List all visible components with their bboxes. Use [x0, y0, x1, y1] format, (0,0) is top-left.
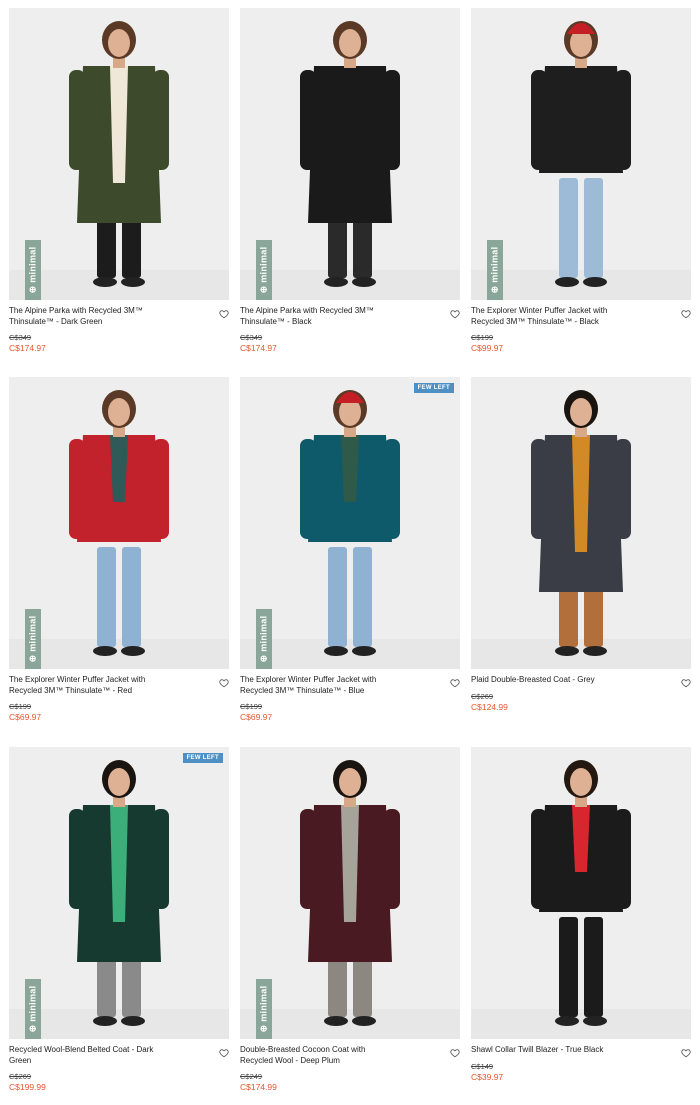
minimal-badge-label: ⊕ minimal — [258, 246, 269, 294]
minimal-badge: ⊕ minimal — [487, 240, 503, 300]
product-image[interactable]: ⊕ minimal FEW LEFT — [240, 377, 460, 669]
minimal-badge: ⊕ minimal — [256, 979, 272, 1039]
minimal-badge: ⊕ minimal — [256, 609, 272, 669]
product-info: The Explorer Winter Puffer Jacket with R… — [240, 675, 460, 722]
product-image[interactable] — [471, 377, 691, 669]
minimal-badge: ⊕ minimal — [25, 240, 41, 300]
original-price: C$349 — [240, 333, 263, 342]
minimal-badge-label: ⊕ minimal — [489, 246, 500, 294]
product-info: The Explorer Winter Puffer Jacket with R… — [471, 306, 691, 353]
original-price: C$269 — [471, 691, 494, 701]
heart-icon[interactable] — [681, 1045, 691, 1058]
heart-icon[interactable] — [219, 675, 229, 688]
product-image[interactable]: ⊕ minimal — [9, 8, 229, 300]
original-price: C$199 — [240, 702, 263, 711]
model-figure — [531, 390, 631, 656]
model-figure — [69, 390, 169, 656]
minimal-badge-label: ⊕ minimal — [258, 615, 269, 663]
minimal-badge: ⊕ minimal — [25, 609, 41, 669]
heart-icon[interactable] — [219, 1045, 229, 1058]
product-name[interactable]: The Alpine Parka with Recycled 3M™ Thins… — [240, 306, 388, 327]
model-figure — [69, 760, 169, 1026]
product-name[interactable]: Shawl Collar Twill Blazer - True Black — [471, 1045, 619, 1056]
original-price: C$249 — [240, 1072, 263, 1081]
sale-price: C$174.97 — [240, 343, 277, 353]
original-price: C$149 — [471, 1061, 494, 1071]
original-price: C$199 — [9, 702, 32, 711]
sale-price: C$174.99 — [240, 1082, 277, 1092]
sale-price: C$69.97 — [9, 712, 42, 722]
model-figure — [69, 21, 169, 287]
product-info: Double-Breasted Cocoon Coat with Recycle… — [240, 1045, 460, 1092]
minimal-badge: ⊕ minimal — [25, 979, 41, 1039]
model-figure — [531, 760, 631, 1026]
sale-price: C$124.99 — [471, 701, 508, 712]
original-price: C$199 — [471, 333, 494, 342]
model-figure — [300, 760, 400, 1026]
product-info: Recycled Wool-Blend Belted Coat - Dark G… — [9, 1045, 229, 1092]
product-info: Plaid Double-Breasted Coat - Grey C$269 … — [471, 675, 691, 712]
minimal-badge-label: ⊕ minimal — [258, 985, 269, 1033]
model-figure — [300, 21, 400, 287]
minimal-badge-label: ⊕ minimal — [27, 985, 38, 1033]
product-image[interactable] — [471, 747, 691, 1039]
product-image[interactable]: ⊕ minimal FEW LEFT — [9, 747, 229, 1039]
heart-icon[interactable] — [681, 675, 691, 688]
sale-price: C$39.97 — [471, 1071, 504, 1082]
product-name[interactable]: The Alpine Parka with Recycled 3M™ Thins… — [9, 306, 157, 327]
product-image[interactable]: ⊕ minimal — [471, 8, 691, 300]
heart-icon[interactable] — [450, 306, 460, 319]
product-name[interactable]: Recycled Wool-Blend Belted Coat - Dark G… — [9, 1045, 157, 1066]
product-name[interactable]: The Explorer Winter Puffer Jacket with R… — [9, 675, 157, 696]
product-info: The Alpine Parka with Recycled 3M™ Thins… — [240, 306, 460, 353]
heart-icon[interactable] — [219, 306, 229, 319]
sale-price: C$69.97 — [240, 712, 273, 722]
product-image[interactable]: ⊕ minimal — [240, 8, 460, 300]
original-price: C$269 — [9, 1072, 32, 1081]
product-image[interactable]: ⊕ minimal — [240, 747, 460, 1039]
heart-icon[interactable] — [450, 675, 460, 688]
product-info: The Alpine Parka with Recycled 3M™ Thins… — [9, 306, 229, 353]
product-info: Shawl Collar Twill Blazer - True Black C… — [471, 1045, 691, 1082]
product-info: The Explorer Winter Puffer Jacket with R… — [9, 675, 229, 722]
sale-price: C$99.97 — [471, 343, 504, 353]
few-left-badge: FEW LEFT — [413, 383, 454, 393]
original-price: C$349 — [9, 333, 32, 342]
product-image[interactable]: ⊕ minimal — [9, 377, 229, 669]
product-name[interactable]: Plaid Double-Breasted Coat - Grey — [471, 675, 619, 686]
model-figure — [531, 21, 631, 287]
minimal-badge-label: ⊕ minimal — [27, 615, 38, 663]
few-left-badge: FEW LEFT — [182, 753, 223, 763]
minimal-badge-label: ⊕ minimal — [27, 246, 38, 294]
minimal-badge: ⊕ minimal — [256, 240, 272, 300]
heart-icon[interactable] — [681, 306, 691, 319]
heart-icon[interactable] — [450, 1045, 460, 1058]
product-name[interactable]: The Explorer Winter Puffer Jacket with R… — [240, 675, 388, 696]
product-name[interactable]: The Explorer Winter Puffer Jacket with R… — [471, 306, 619, 327]
sale-price: C$174.97 — [9, 343, 46, 353]
product-name[interactable]: Double-Breasted Cocoon Coat with Recycle… — [240, 1045, 388, 1066]
sale-price: C$199.99 — [9, 1082, 46, 1092]
model-figure — [300, 390, 400, 656]
